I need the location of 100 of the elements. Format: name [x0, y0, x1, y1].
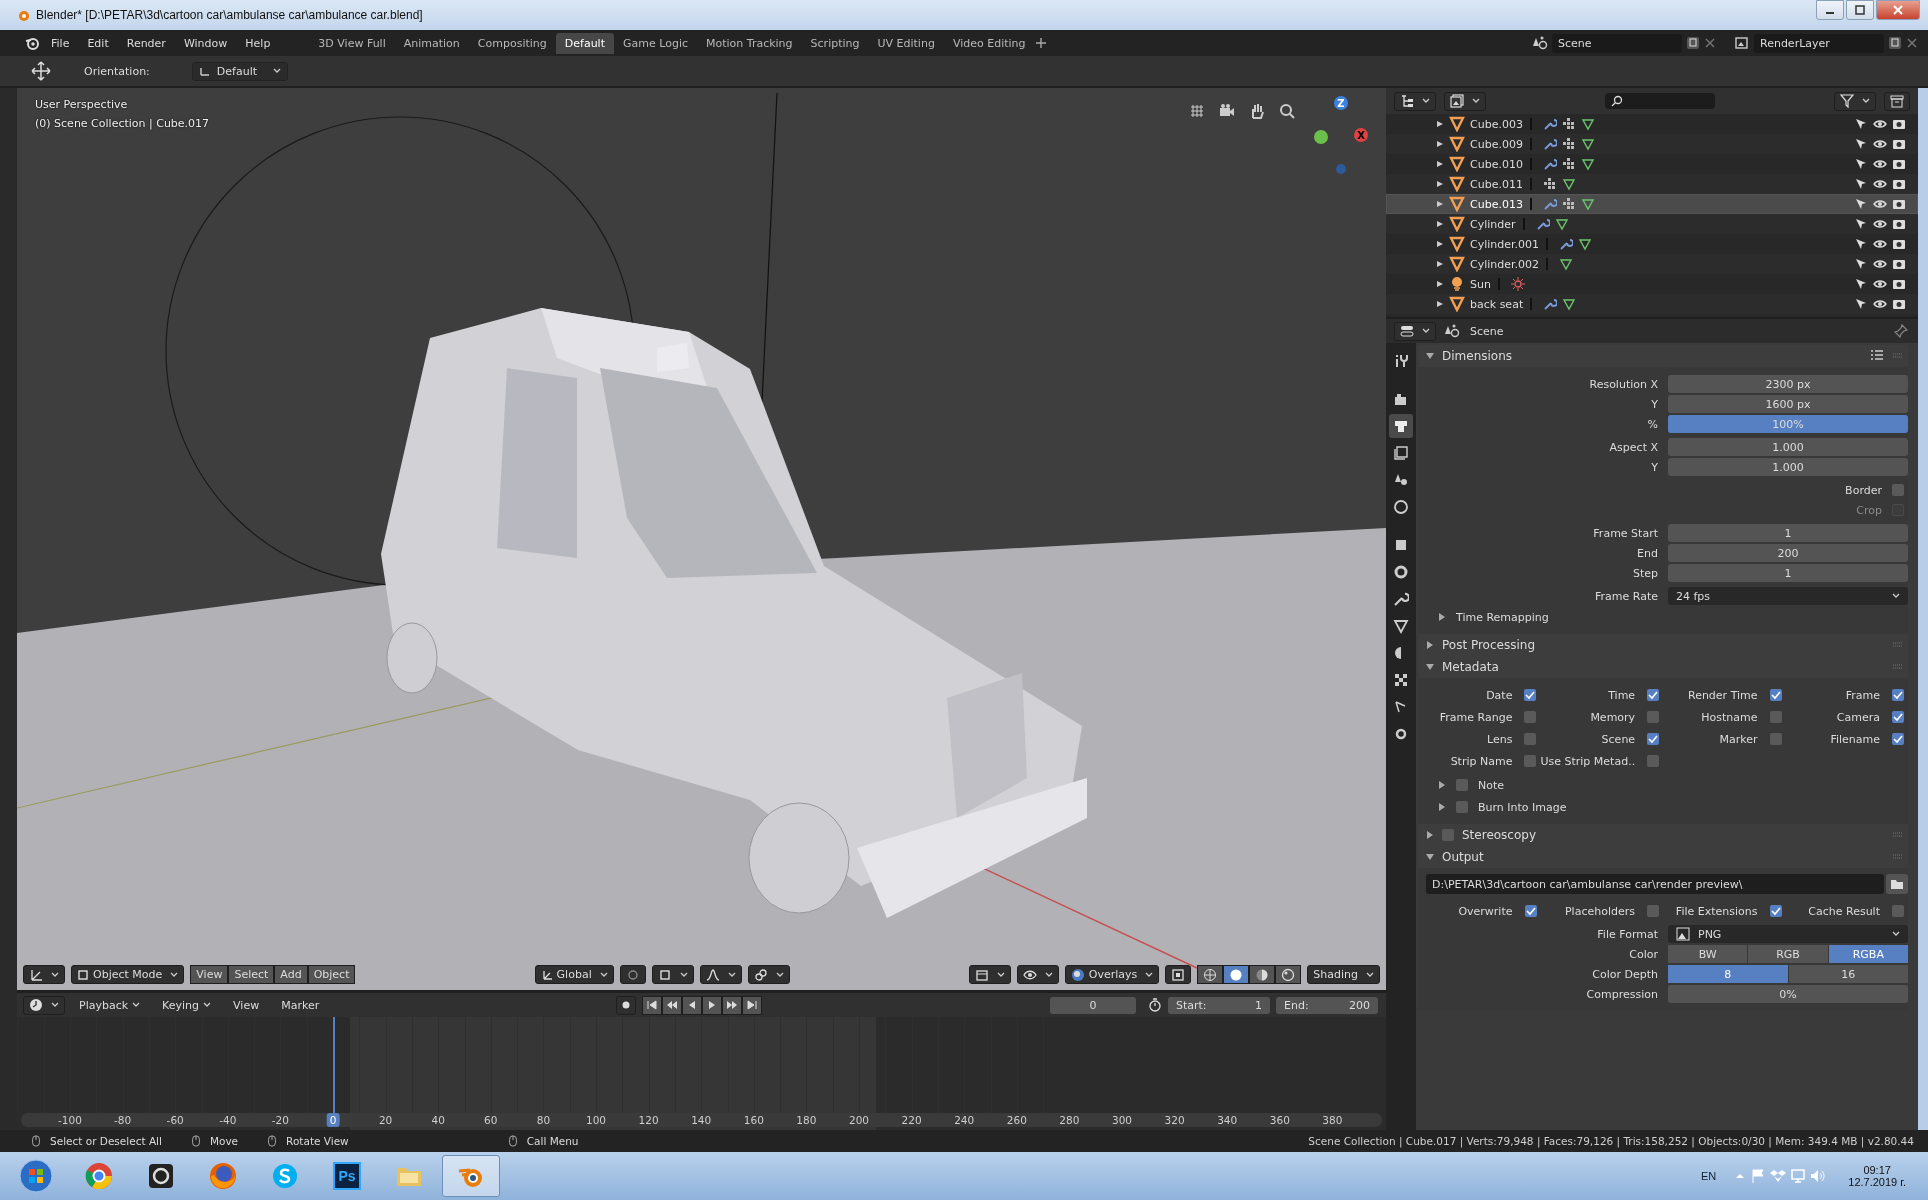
minimize-button[interactable] — [1816, 0, 1844, 20]
rendered-button[interactable] — [1275, 965, 1302, 984]
camera-icon[interactable] — [1892, 257, 1906, 271]
next-key-button[interactable] — [721, 995, 742, 1015]
header-menu[interactable]: Object — [307, 965, 356, 984]
scene-field[interactable]: Scene — [1552, 33, 1682, 53]
mode-dropdown[interactable]: Object Mode — [71, 965, 185, 984]
expand-arrow-icon[interactable] — [1436, 280, 1444, 288]
color-depth-option[interactable]: 8 — [1668, 965, 1788, 983]
workspace-tab[interactable]: Video Editing — [943, 32, 1035, 54]
camera-icon[interactable] — [1892, 177, 1906, 191]
checkbox[interactable] — [1524, 689, 1537, 701]
drag-handle-icon[interactable] — [1892, 832, 1904, 838]
xray-button[interactable] — [1165, 965, 1192, 984]
search-field[interactable] — [1605, 93, 1715, 109]
camera-icon[interactable] — [1892, 277, 1906, 291]
proportional-button[interactable] — [699, 965, 742, 984]
eye-icon[interactable] — [1873, 197, 1887, 211]
menu-item[interactable]: Window — [176, 33, 235, 53]
orientation-dropdown[interactable]: Default — [191, 61, 288, 81]
cursor-icon[interactable] — [1854, 137, 1868, 151]
visibility-button[interactable] — [1016, 965, 1059, 984]
pin-icon[interactable] — [1894, 324, 1908, 338]
checkbox[interactable] — [1892, 711, 1904, 723]
snap-button[interactable] — [651, 965, 694, 984]
color-depth-option[interactable]: 16 — [1788, 965, 1908, 983]
close-icon[interactable] — [1704, 37, 1716, 49]
mesh-icon[interactable] — [1580, 157, 1595, 171]
workspace-tab[interactable]: Motion Tracking — [697, 32, 802, 54]
list-icon[interactable] — [1870, 349, 1884, 363]
play-button[interactable] — [701, 995, 722, 1015]
current-frame-field[interactable]: 0 — [1050, 996, 1136, 1014]
wrench-icon[interactable] — [1543, 297, 1558, 311]
eye-icon[interactable] — [1873, 217, 1887, 231]
overlays-dropdown[interactable]: Overlays — [1064, 965, 1160, 984]
menu-item[interactable]: File — [44, 33, 77, 53]
number-field[interactable]: 1 — [1668, 564, 1908, 582]
mesh-icon[interactable] — [1554, 217, 1569, 231]
eye-icon[interactable] — [1873, 257, 1887, 271]
camera-icon[interactable] — [1892, 117, 1906, 131]
workspace-tab[interactable]: Compositing — [468, 32, 556, 54]
checkbox[interactable] — [1456, 801, 1468, 813]
number-field[interactable]: 200 — [1668, 544, 1908, 562]
move-tool-icon[interactable] — [30, 60, 52, 82]
color-mode-option[interactable]: BW — [1668, 945, 1748, 963]
render-layer-icon[interactable] — [1734, 35, 1750, 51]
blender-logo-icon[interactable] — [24, 35, 40, 51]
cursor-icon[interactable] — [1854, 157, 1868, 171]
eye-icon[interactable] — [1873, 117, 1887, 131]
render-layer-field[interactable]: RenderLayer — [1754, 33, 1884, 53]
header-menu[interactable]: Select — [228, 965, 275, 984]
workspace-tab[interactable]: UV Editing — [868, 32, 944, 54]
clock[interactable]: 09:17 12.7.2019 г. — [1848, 1164, 1906, 1188]
outliner-row[interactable]: Cylinder — [1386, 214, 1918, 234]
header-menu[interactable]: View — [190, 965, 229, 984]
checkbox[interactable] — [1647, 711, 1660, 723]
filter-type-button[interactable] — [1444, 91, 1486, 111]
play-reverse-button[interactable] — [681, 995, 702, 1015]
editor-type-button[interactable] — [23, 995, 65, 1015]
copy-icon[interactable] — [1888, 36, 1902, 50]
axis-gizmo[interactable]: Z X — [1310, 96, 1370, 176]
close-button[interactable] — [1876, 0, 1920, 20]
expand-arrow-icon[interactable] — [1436, 120, 1444, 128]
view-options-button[interactable] — [968, 965, 1011, 984]
checkbox[interactable] — [1892, 689, 1904, 701]
workspace-tab[interactable]: Scripting — [801, 32, 869, 54]
browse-button[interactable] — [1886, 874, 1908, 894]
number-field[interactable]: 1.000 — [1668, 458, 1908, 476]
wrench-icon[interactable] — [1542, 137, 1557, 151]
mesh-icon[interactable] — [1559, 257, 1574, 271]
camera-icon[interactable] — [1892, 197, 1906, 211]
camera-icon[interactable] — [1892, 237, 1906, 251]
checkbox[interactable] — [1524, 905, 1537, 917]
drag-handle-icon[interactable] — [1892, 854, 1904, 860]
pivot-button[interactable] — [619, 965, 646, 984]
checkbox[interactable] — [1892, 733, 1904, 745]
checkbox[interactable] — [1647, 905, 1659, 917]
gizmo-button[interactable] — [747, 965, 790, 984]
menu-item[interactable]: Edit — [80, 33, 116, 53]
dots-grid-icon[interactable] — [1561, 117, 1576, 131]
cursor-icon[interactable] — [1854, 237, 1868, 251]
outliner-row[interactable]: back seat — [1386, 294, 1918, 314]
shading-dropdown[interactable]: Shading — [1307, 965, 1380, 984]
number-field[interactable]: 1600 px — [1668, 395, 1908, 413]
end-frame-field[interactable]: End: 200 — [1276, 996, 1378, 1014]
material-button[interactable] — [1249, 965, 1276, 984]
subpanel-header[interactable]: Burn Into Image — [1418, 796, 1908, 818]
expand-arrow-icon[interactable] — [1436, 300, 1444, 308]
wireframe-button[interactable] — [1197, 965, 1224, 984]
wrench-icon[interactable] — [1559, 237, 1574, 251]
transform-dropdown[interactable]: Global — [534, 965, 614, 984]
wrench-icon[interactable] — [1542, 117, 1557, 131]
timeline-menu[interactable]: Playback — [71, 996, 149, 1014]
timeline-menu[interactable]: View — [225, 996, 268, 1014]
copy-icon[interactable] — [1686, 36, 1700, 50]
jump-start-button[interactable] — [641, 995, 662, 1015]
editor-type-button[interactable] — [1394, 321, 1436, 341]
mesh-icon[interactable] — [1580, 137, 1595, 151]
zoom-icon[interactable] — [1278, 102, 1296, 120]
record-button[interactable] — [615, 995, 636, 1015]
